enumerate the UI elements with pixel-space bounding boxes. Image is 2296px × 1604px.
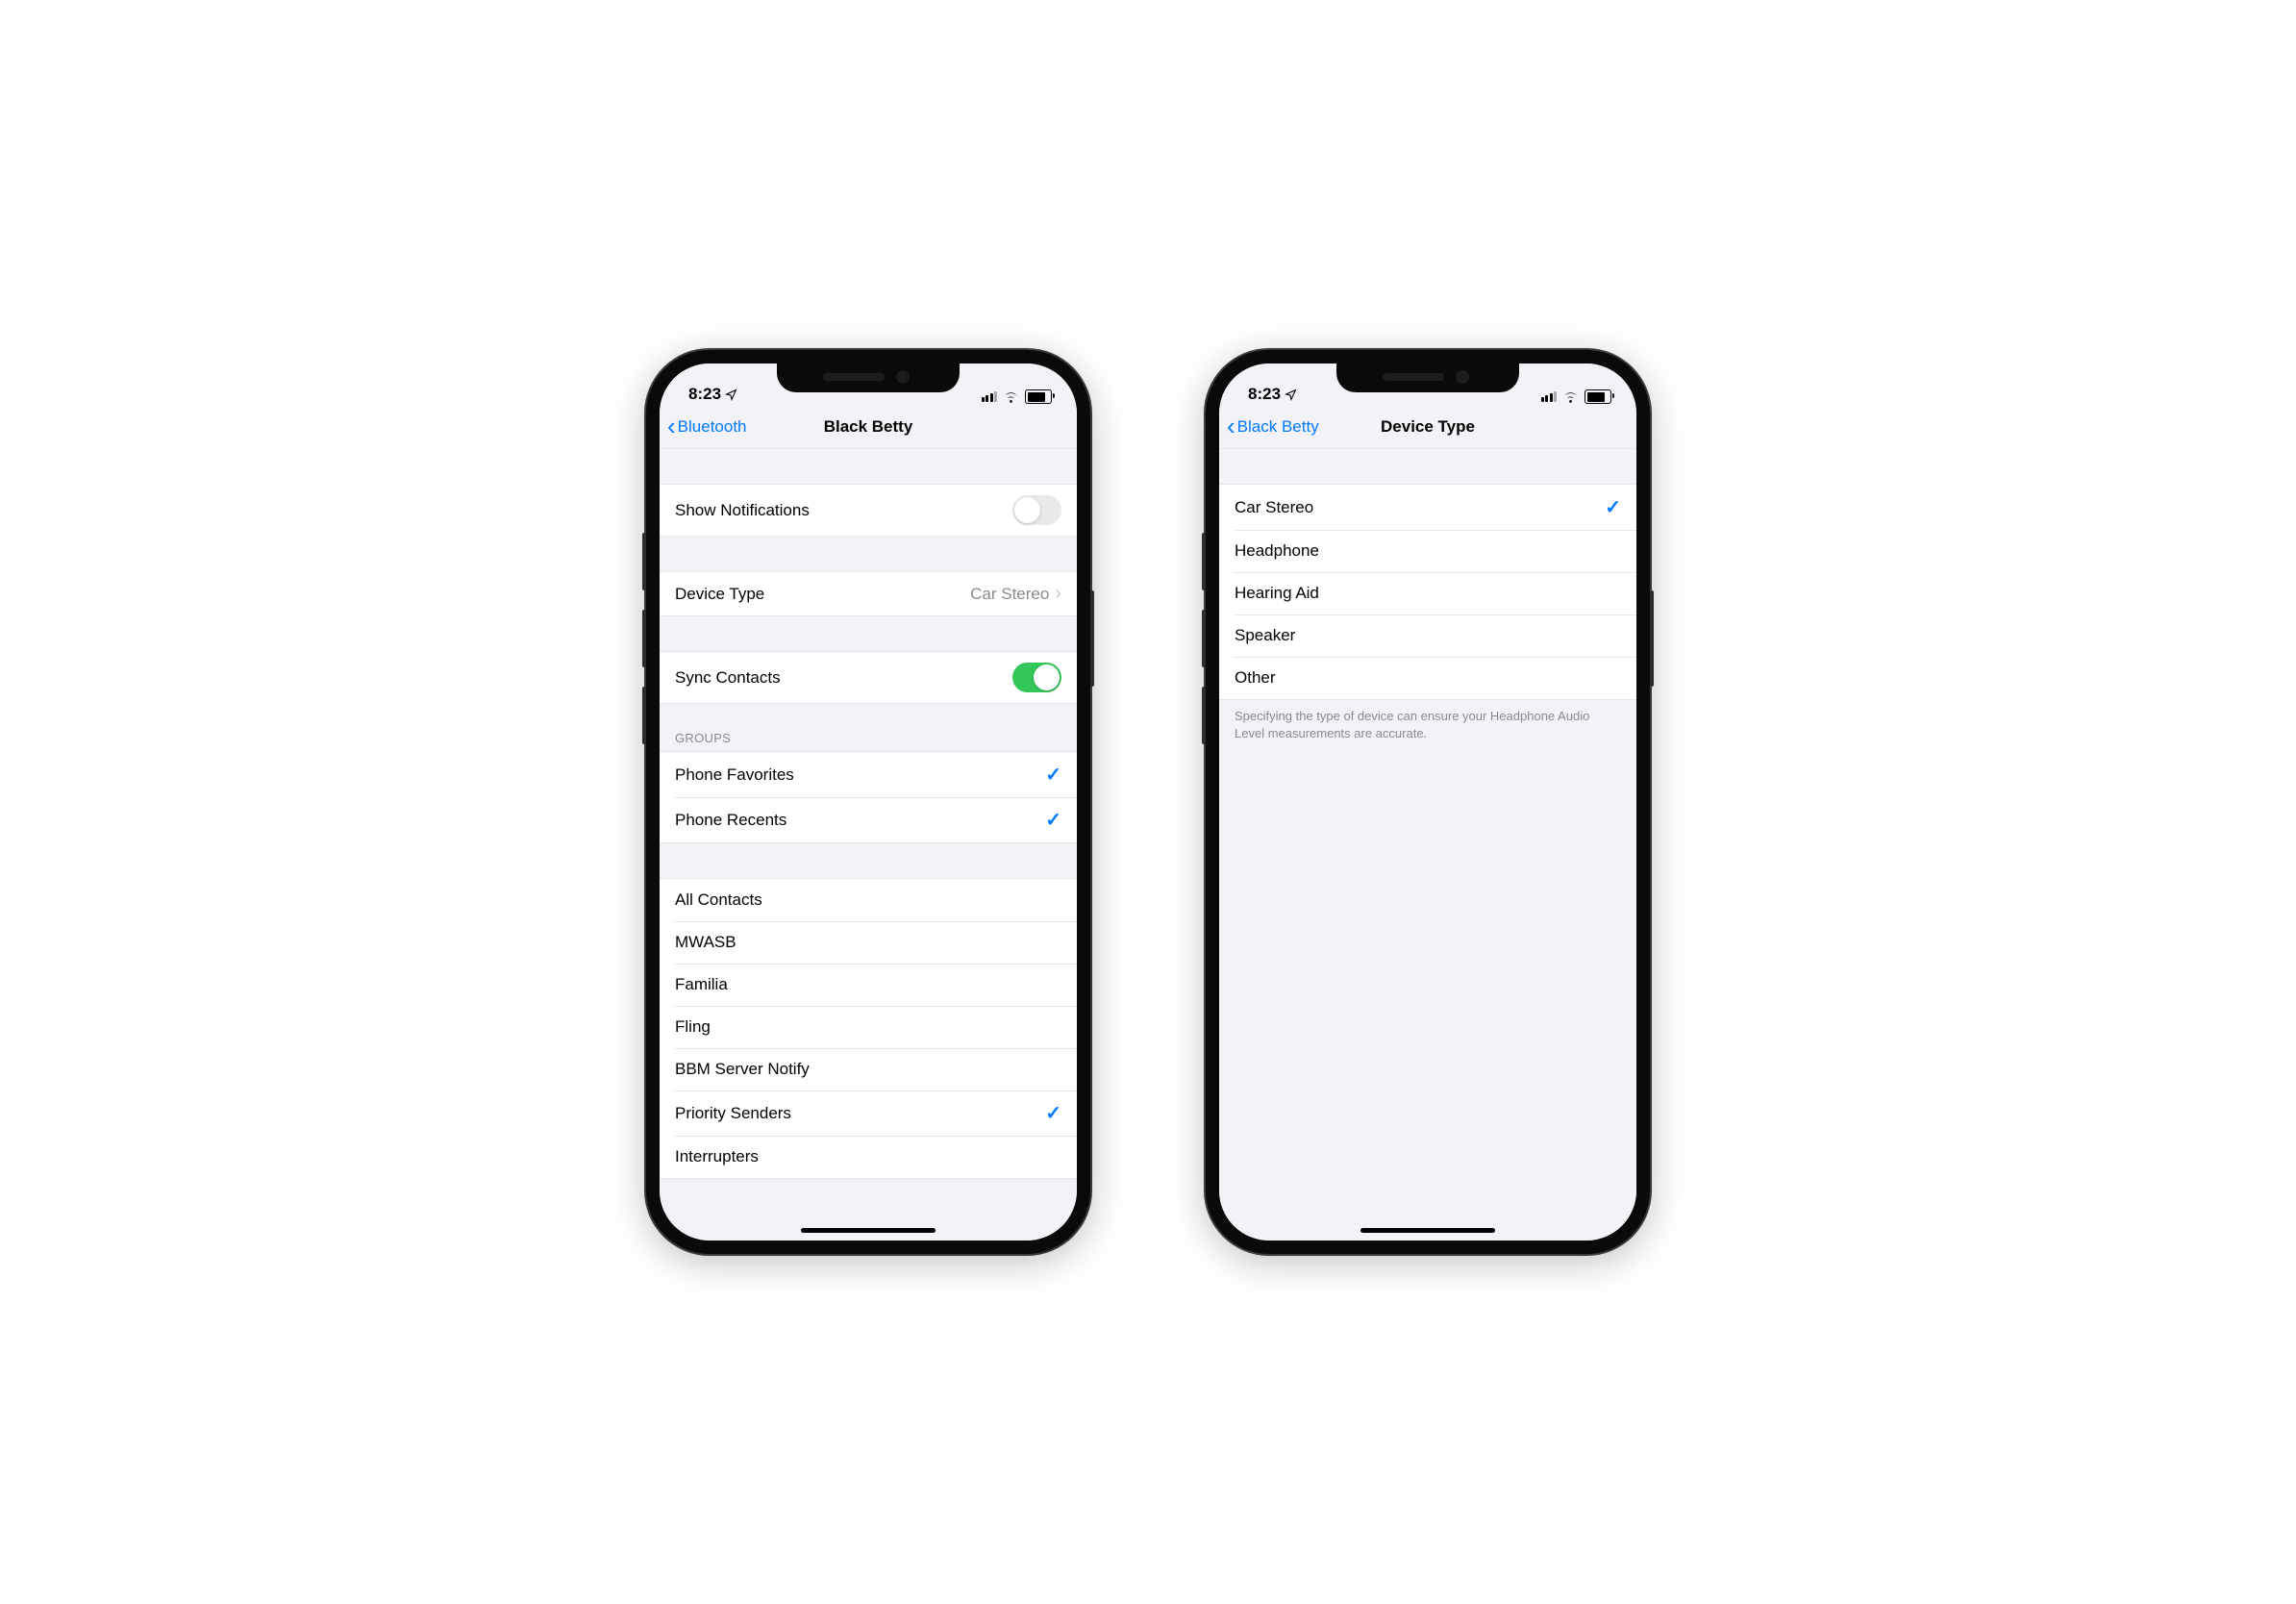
nav-bar: ‹ Bluetooth Black Betty: [660, 406, 1077, 449]
contact-row[interactable]: Familia: [660, 964, 1077, 1006]
nav-bar: ‹ Black Betty Device Type: [1219, 406, 1636, 449]
cell-label: Phone Recents: [675, 811, 786, 830]
cell-label: Familia: [675, 975, 728, 994]
cell-label: Sync Contacts: [675, 668, 781, 688]
device-type-row[interactable]: Device Type Car Stereo ›: [660, 572, 1077, 615]
status-time: 8:23: [1248, 385, 1281, 404]
back-label: Bluetooth: [678, 417, 747, 437]
content[interactable]: Car Stereo ✓ Headphone Hearing Aid Speaker Ot…: [1219, 449, 1636, 1241]
screen: 8:23 ‹ Black Betty Device Type Car Stere…: [1219, 363, 1636, 1241]
sync-contacts-toggle[interactable]: [1012, 663, 1061, 692]
device-type-option-row[interactable]: Car Stereo ✓: [1219, 485, 1636, 530]
cell-label: Phone Favorites: [675, 765, 794, 785]
back-label: Black Betty: [1237, 417, 1319, 437]
contact-row[interactable]: MWASB: [660, 921, 1077, 964]
cell-label: All Contacts: [675, 890, 762, 910]
location-icon: [725, 388, 737, 401]
contacts-list: All Contacts MWASB Familia Fling BBM Server …: [660, 878, 1077, 1179]
cell-value: Car Stereo: [970, 585, 1049, 604]
device-type-option-row[interactable]: Hearing Aid: [1219, 572, 1636, 614]
show-notifications-toggle[interactable]: [1012, 495, 1061, 525]
wifi-icon: [1562, 390, 1579, 403]
home-indicator[interactable]: [801, 1228, 936, 1233]
page-title: Device Type: [1381, 417, 1475, 437]
contact-row[interactable]: Priority Senders ✓: [660, 1090, 1077, 1136]
cellular-icon: [982, 391, 998, 402]
cell-label: Car Stereo: [1235, 498, 1313, 517]
battery-icon: [1585, 389, 1611, 404]
wifi-icon: [1003, 390, 1019, 403]
cell-label: Hearing Aid: [1235, 584, 1319, 603]
device-type-option-row[interactable]: Other: [1219, 657, 1636, 699]
home-indicator[interactable]: [1360, 1228, 1495, 1233]
cell-label: MWASB: [675, 933, 736, 952]
cell-label: Device Type: [675, 585, 764, 604]
group-row[interactable]: Phone Recents ✓: [660, 797, 1077, 842]
contact-row[interactable]: BBM Server Notify: [660, 1048, 1077, 1090]
page-title: Black Betty: [824, 417, 913, 437]
chevron-left-icon: ‹: [667, 414, 676, 439]
back-button[interactable]: ‹ Bluetooth: [667, 415, 747, 439]
status-left: 8:23: [1248, 385, 1297, 404]
status-time: 8:23: [688, 385, 721, 404]
screen: 8:23 ‹ Bluetooth Black Betty Show Notifi…: [660, 363, 1077, 1241]
groups-header: Groups: [660, 725, 1077, 751]
cell-label: Other: [1235, 668, 1276, 688]
contact-row[interactable]: All Contacts: [660, 879, 1077, 921]
cell-label: Speaker: [1235, 626, 1295, 645]
cell-label: Show Notifications: [675, 501, 810, 520]
status-right: [1541, 389, 1612, 404]
status-right: [982, 389, 1053, 404]
notch: [1336, 363, 1519, 392]
contact-row[interactable]: Interrupters: [660, 1136, 1077, 1178]
back-button[interactable]: ‹ Black Betty: [1227, 415, 1319, 439]
device-type-options: Car Stereo ✓ Headphone Hearing Aid Speaker Ot…: [1219, 484, 1636, 700]
groups-list: Phone Favorites ✓ Phone Recents ✓: [660, 751, 1077, 843]
cell-label: BBM Server Notify: [675, 1060, 810, 1079]
group-row[interactable]: Phone Favorites ✓: [660, 752, 1077, 797]
sync-contacts-row[interactable]: Sync Contacts: [660, 652, 1077, 703]
show-notifications-row[interactable]: Show Notifications: [660, 485, 1077, 536]
cell-label: Headphone: [1235, 541, 1319, 561]
contact-row[interactable]: Fling: [660, 1006, 1077, 1048]
cellular-icon: [1541, 391, 1558, 402]
checkmark-icon: ✓: [1045, 808, 1061, 832]
content[interactable]: Show Notifications Device Type Car Stere…: [660, 449, 1077, 1241]
checkmark-icon: ✓: [1045, 763, 1061, 787]
chevron-left-icon: ‹: [1227, 414, 1235, 439]
checkmark-icon: ✓: [1045, 1101, 1061, 1125]
device-type-option-row[interactable]: Headphone: [1219, 530, 1636, 572]
battery-icon: [1025, 389, 1052, 404]
checkmark-icon: ✓: [1605, 495, 1621, 519]
cell-label: Interrupters: [675, 1147, 759, 1166]
notch: [777, 363, 960, 392]
footer-text: Specifying the type of device can ensure…: [1219, 700, 1636, 750]
chevron-right-icon: ›: [1055, 583, 1061, 605]
status-left: 8:23: [688, 385, 737, 404]
device-type-option-row[interactable]: Speaker: [1219, 614, 1636, 657]
cell-label: Priority Senders: [675, 1104, 791, 1123]
location-icon: [1285, 388, 1297, 401]
phone-right: 8:23 ‹ Black Betty Device Type Car Stere…: [1206, 350, 1650, 1254]
cell-label: Fling: [675, 1017, 711, 1037]
phone-left: 8:23 ‹ Bluetooth Black Betty Show Notifi…: [646, 350, 1090, 1254]
